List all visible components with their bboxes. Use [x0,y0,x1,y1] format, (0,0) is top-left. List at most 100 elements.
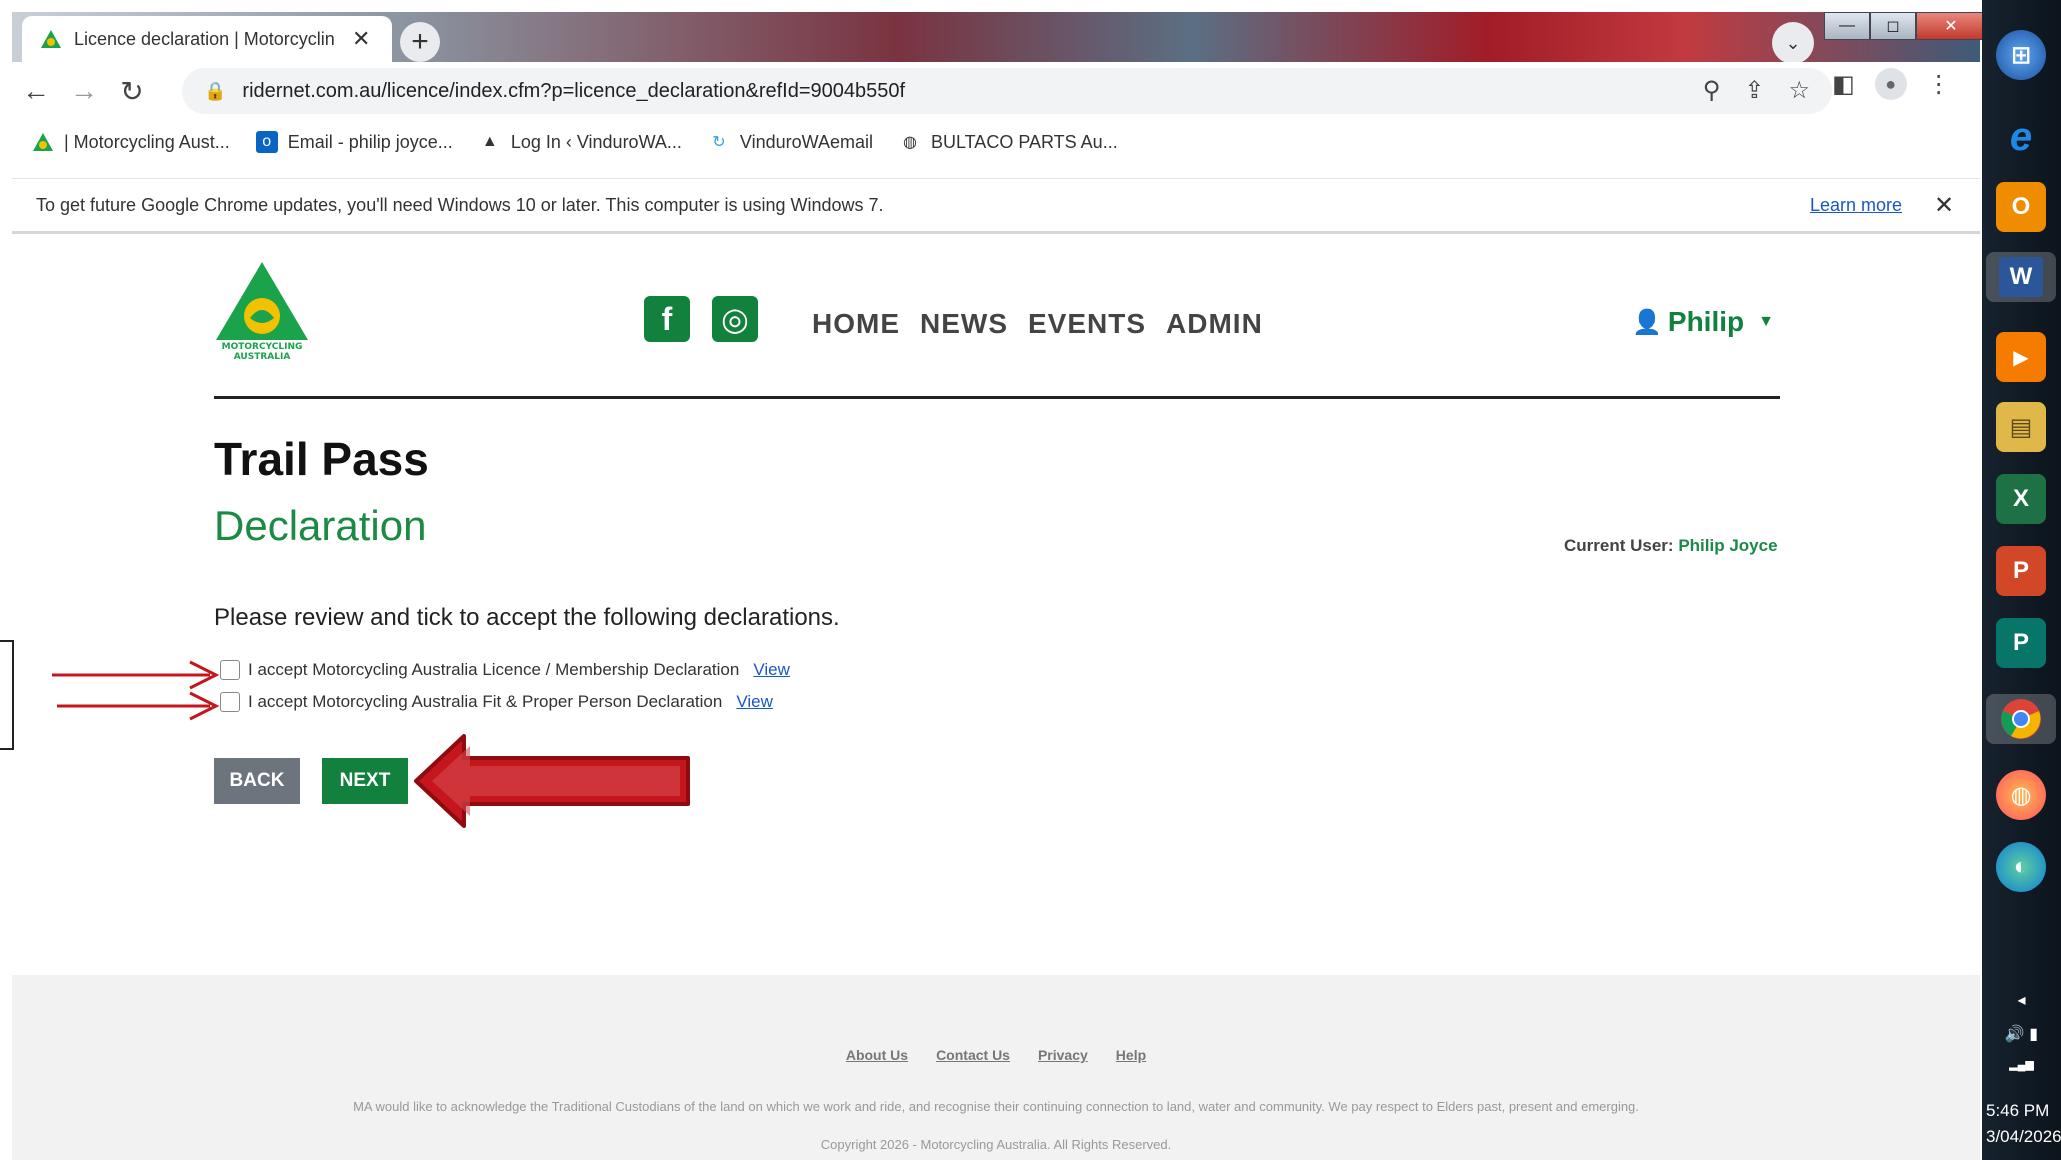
facebook-icon[interactable]: f [644,296,690,342]
ma-triangle-icon [33,133,53,151]
zoom-icon[interactable]: ⚲ [1703,76,1721,105]
bookmark-item[interactable]: o Email - philip joyce... [255,131,453,153]
internet-explorer-icon[interactable]: e [1996,112,2046,162]
page-subtitle: Declaration [214,502,427,549]
lock-icon[interactable]: 🔒 [204,81,226,102]
red-arrow-pointer [52,660,220,690]
address-bar[interactable]: 🔒 ridernet.com.au/licence/index.cfm?p=li… [182,68,1832,114]
bookmark-item[interactable]: ◍ BULTACO PARTS Au... [899,131,1118,153]
logo-text-line2: AUSTRALIA [234,352,291,360]
footer-acknowledgement: MA would like to acknowledge the Traditi… [353,1099,1639,1114]
user-icon: 👤 [1632,308,1662,336]
battery-icon[interactable]: ▮ [2029,1026,2038,1043]
mountain-icon: ▲ [481,133,498,150]
declaration-label: I accept Motorcycling Australia Licence … [248,660,740,679]
refresh-logo-icon: ↻ [712,134,726,151]
nav-admin[interactable]: ADMIN [1166,308,1263,340]
footer-contact-link[interactable]: Contact Us [936,1047,1010,1063]
bookmark-item[interactable]: ↻ VinduroWAemail [708,131,873,153]
view-link[interactable]: View [736,692,773,712]
back-button[interactable]: BACK [214,758,300,804]
maximize-button[interactable]: ◻ [1870,12,1916,40]
bookmark-item[interactable]: ▲ Log In ‹ VinduroWA... [479,131,682,153]
tray-icons: 🔊 ▮ [1982,1024,2061,1044]
infobar-close-icon[interactable]: ✕ [1934,191,1954,220]
nav-home[interactable]: HOME [812,308,900,340]
window-close-button[interactable]: ✕ [1916,12,1986,40]
profile-avatar[interactable]: ● [1874,68,1907,100]
firefox-icon[interactable]: ◍ [1996,770,2046,820]
footer-help-link[interactable]: Help [1116,1047,1146,1063]
excel-icon[interactable]: X [1996,474,2046,524]
word-icon: W [1999,257,2043,297]
chrome-taskbar-item[interactable] [1986,694,2056,744]
learn-more-link[interactable]: Learn more [1810,195,1902,216]
user-name: Philip [1667,306,1745,337]
footer-links: About Us Contact Us Privacy Help [12,1047,1980,1063]
start-orb-icon[interactable]: ⊞ [1996,30,2046,80]
next-button[interactable]: NEXT [322,758,408,804]
current-user: Current User: Philip Joyce [1564,536,1778,556]
bookmark-label: Log In ‹ VinduroWA... [510,131,682,152]
footer-about-link[interactable]: About Us [846,1047,908,1063]
current-user-name: Philip Joyce [1678,536,1778,555]
file-explorer-icon[interactable]: ▤ [1996,402,2046,452]
back-arrow-icon[interactable]: ← [12,67,60,115]
windows-taskbar: ⊞ e O W ▶ ▤ X P P ◍ ◐ ◂ 🔊 ▮ ▂▄▆ 5:46 PM … [1982,0,2061,1160]
declaration-row: I accept Motorcycling Australia Fit & Pr… [220,692,773,712]
chrome-icon [2001,699,2041,739]
header-divider [214,396,1780,399]
word-taskbar-item[interactable]: W [1986,252,2056,302]
motorcycling-australia-logo[interactable]: MOTORCYCLING AUSTRALIA [212,260,312,360]
declaration-row: I accept Motorcycling Australia Licence … [220,660,790,680]
fit-proper-declaration-checkbox[interactable] [220,692,240,712]
bookmark-item[interactable]: | Motorcycling Aust... [32,131,230,153]
main-nav: HOME NEWS EVENTS ADMIN [812,308,1263,340]
clock-date: 3/04/2026 [1986,1127,2061,1146]
logo-text-line1: MOTORCYCLING [222,342,303,352]
signal-icon[interactable]: ▂▄▆ [1982,1058,2061,1071]
instructions: Please review and tick to accept the fol… [214,604,840,631]
browser-tab[interactable]: Licence declaration | Motorcyclin ✕ [22,16,392,62]
update-infobar: To get future Google Chrome updates, you… [12,178,1980,234]
tray-arrow-icon[interactable]: ◂ [1982,990,2061,1010]
tab-title: Licence declaration | Motorcyclin [74,28,335,49]
tab-search-button[interactable]: ⌄ [1772,22,1814,64]
declaration-label: I accept Motorcycling Australia Fit & Pr… [248,692,723,711]
bookmark-label: BULTACO PARTS Au... [930,131,1118,152]
current-user-label: Current User: [1564,536,1674,555]
globe-icon: ◍ [902,134,917,151]
volume-icon[interactable]: 🔊 [2005,1026,2025,1043]
new-tab-button[interactable]: + [400,22,440,62]
browser-chrome: Licence declaration | Motorcyclin ✕ + ⌄ … [12,12,1986,237]
clock-time: 5:46 PM [1986,1101,2050,1120]
toolbar-right: ◧ ● ⋮ [1832,68,1951,100]
bookmark-star-icon[interactable]: ☆ [1788,76,1810,105]
footer: About Us Contact Us Privacy Help MA woul… [12,975,1980,1160]
nav-news[interactable]: NEWS [920,308,1008,340]
publisher-icon[interactable]: P [1996,618,2046,668]
tab-close-icon[interactable]: ✕ [352,26,370,52]
edge-icon[interactable]: ◐ [1996,842,2046,892]
user-menu[interactable]: 👤 Philip ▼ [1632,306,1774,338]
licence-declaration-checkbox[interactable] [220,660,240,680]
footer-privacy-link[interactable]: Privacy [1038,1047,1088,1063]
tab-strip: Licence declaration | Motorcyclin ✕ + ⌄ … [12,12,1986,64]
bookmark-label: | Motorcycling Aust... [64,131,230,152]
media-player-icon[interactable]: ▶ [1996,332,2046,382]
nav-events[interactable]: EVENTS [1028,308,1146,340]
view-link[interactable]: View [753,660,790,680]
forward-arrow-icon[interactable]: → [60,67,108,115]
powerpoint-icon[interactable]: P [1996,546,2046,596]
instagram-icon[interactable]: ◎ [712,296,758,342]
window-controls: — ◻ ✕ [1824,12,1986,40]
system-clock[interactable]: 5:46 PM 3/04/2026 [1986,1098,2061,1150]
outlook-icon[interactable]: O [1996,182,2046,232]
browser-toolbar: ← → ↻ 🔒 ridernet.com.au/licence/index.cf… [12,62,1980,120]
reload-icon[interactable]: ↻ [108,67,156,115]
kebab-menu-icon[interactable]: ⋮ [1927,70,1951,99]
url-text[interactable]: ridernet.com.au/licence/index.cfm?p=lice… [242,80,905,103]
side-panel-icon[interactable]: ◧ [1832,70,1855,99]
minimize-button[interactable]: — [1824,12,1870,40]
share-icon[interactable]: ⇪ [1744,76,1764,105]
